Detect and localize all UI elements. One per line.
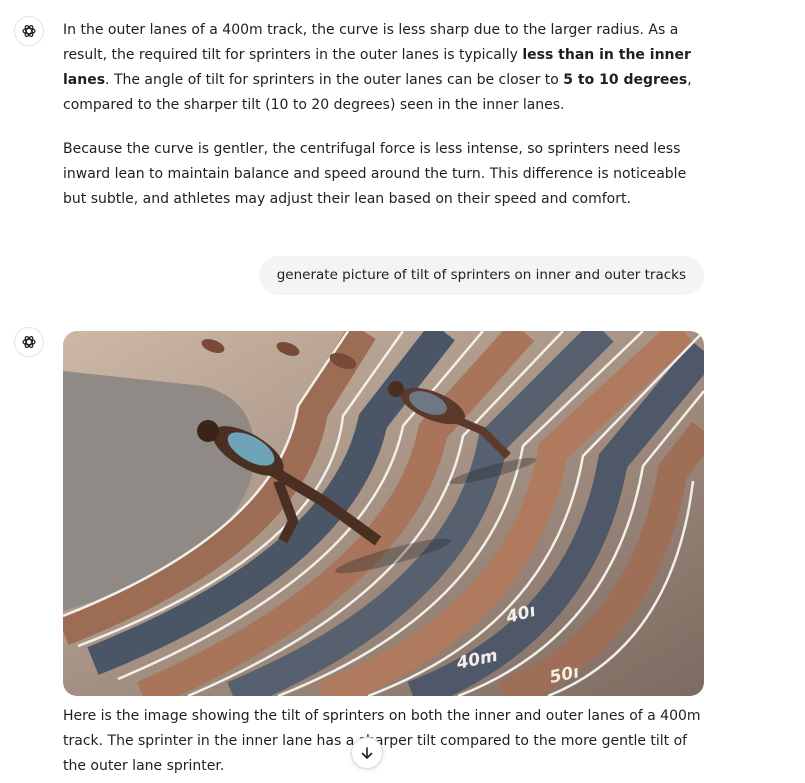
- user-message-bubble: generate picture of tilt of sprinters on…: [258, 256, 704, 295]
- generated-image[interactable]: 40m 40ı 50ı: [63, 331, 704, 696]
- assistant-avatar: [14, 327, 44, 357]
- openai-logo-icon: [22, 25, 36, 37]
- assistant-paragraph-2: Because the curve is gentler, the centri…: [63, 141, 687, 207]
- assistant-avatar: [14, 16, 44, 46]
- arrow-down-icon: [361, 747, 373, 759]
- image-caption: Here is the image showing the tilt of sp…: [63, 708, 701, 774]
- text-run: . The angle of tilt for sprinters in the…: [105, 72, 564, 88]
- scroll-to-bottom-button[interactable]: [351, 737, 383, 769]
- sprinters-track-illustration: 40m 40ı 50ı: [63, 331, 704, 696]
- bold-text: 5 to 10 degrees: [563, 72, 688, 88]
- openai-logo-icon: [22, 336, 36, 348]
- assistant-paragraph-1: In the outer lanes of a 400m track, the …: [63, 18, 708, 118]
